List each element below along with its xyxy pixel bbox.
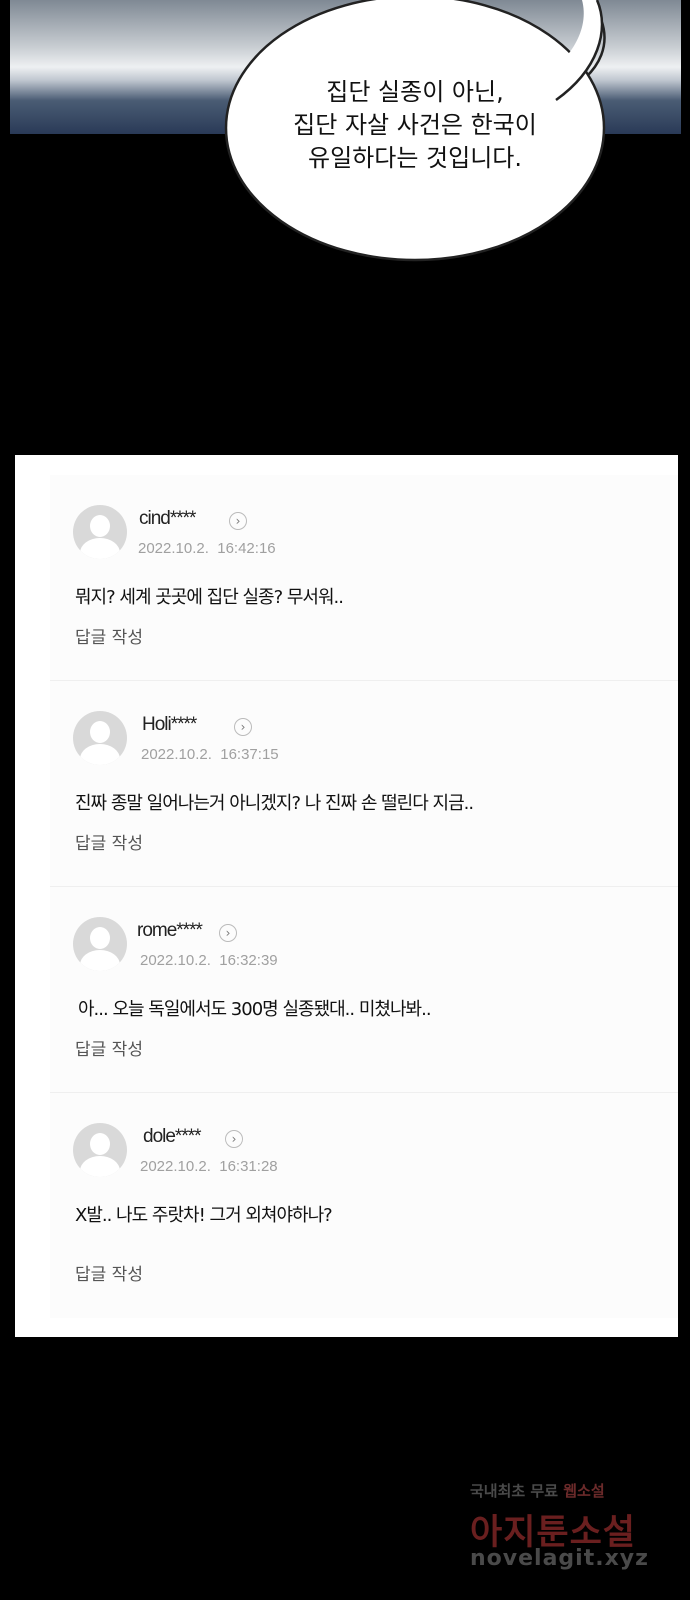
reply-button[interactable]: 답글 작성: [75, 829, 143, 854]
comment-text: 아... 오늘 독일에서도 300명 실종됐대.. 미쳤나봐..: [78, 999, 432, 1020]
avatar: [73, 505, 127, 559]
avatar: [73, 917, 127, 971]
speech-bubble-text: 집단 실종이 아닌, 집단 자살 사건은 한국이 유일하다는 것입니다.: [245, 76, 585, 175]
comment-username[interactable]: rome****: [137, 920, 203, 942]
comment-username[interactable]: Holi****: [142, 714, 197, 736]
comment-item: rome**** › 2022.10.2. 16:32:39 아... 오늘 독…: [50, 887, 678, 1093]
avatar: [73, 711, 127, 765]
watermark-url: novelagit.xyz: [470, 1546, 649, 1571]
comment-date: 2022.10.2. 16:31:28: [140, 1158, 278, 1175]
avatar: [73, 1123, 127, 1177]
comment-panel: cind**** › 2022.10.2. 16:42:16 뭐지? 세계 곳곳…: [15, 455, 678, 1337]
comment-item: cind**** › 2022.10.2. 16:42:16 뭐지? 세계 곳곳…: [50, 475, 678, 681]
comment-text: 진짜 종말 일어나는거 아니겠지? 나 진짜 손 떨린다 지금..: [75, 793, 474, 814]
comment-username[interactable]: dole****: [143, 1126, 201, 1148]
chevron-right-icon[interactable]: ›: [219, 924, 237, 942]
reply-button[interactable]: 답글 작성: [75, 1035, 143, 1060]
chevron-right-icon[interactable]: ›: [229, 512, 247, 530]
chevron-right-icon[interactable]: ›: [234, 718, 252, 736]
speech-line-3: 유일하다는 것입니다.: [308, 144, 522, 172]
watermark-tagline: 국내최초 무료 웹소설: [470, 1480, 605, 1501]
comment-item: dole**** › 2022.10.2. 16:31:28 X발.. 나도 주…: [50, 1093, 678, 1318]
speech-line-2: 집단 자살 사건은 한국이: [293, 111, 537, 139]
comment-date: 2022.10.2. 16:42:16: [138, 540, 276, 557]
comment-item: Holi**** › 2022.10.2. 16:37:15 진짜 종말 일어나…: [50, 681, 678, 887]
comment-text: 뭐지? 세계 곳곳에 집단 실종? 무서워..: [75, 587, 344, 608]
speech-line-1: 집단 실종이 아닌,: [326, 78, 504, 106]
reply-button[interactable]: 답글 작성: [75, 623, 143, 648]
chevron-right-icon[interactable]: ›: [225, 1130, 243, 1148]
comment-date: 2022.10.2. 16:37:15: [141, 746, 279, 763]
watermark-tagline-b: 웹소설: [563, 1482, 605, 1500]
watermark-tagline-a: 국내최초 무료: [470, 1482, 564, 1500]
comment-username[interactable]: cind****: [139, 508, 196, 530]
reply-button[interactable]: 답글 작성: [75, 1260, 143, 1285]
comment-text: X발.. 나도 주랏차! 그거 외쳐야하나?: [75, 1205, 333, 1226]
comment-date: 2022.10.2. 16:32:39: [140, 952, 278, 969]
